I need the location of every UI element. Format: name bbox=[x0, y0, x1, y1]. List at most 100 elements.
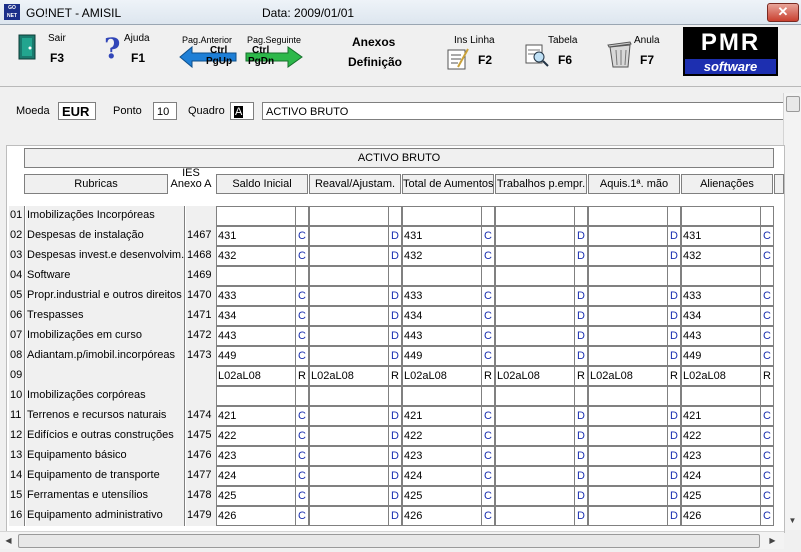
flag-cell[interactable] bbox=[481, 386, 495, 406]
flag-cell[interactable]: D bbox=[574, 286, 588, 306]
flag-cell[interactable]: C bbox=[295, 486, 309, 506]
sair-button[interactable]: Sair F3 bbox=[14, 31, 74, 75]
value-cell[interactable]: 449 bbox=[402, 346, 482, 366]
flag-cell[interactable] bbox=[481, 206, 495, 226]
flag-cell[interactable]: D bbox=[388, 426, 402, 446]
value-cell[interactable] bbox=[681, 206, 761, 226]
value-cell[interactable] bbox=[588, 446, 668, 466]
ajuda-button[interactable]: ? Ajuda F1 bbox=[100, 31, 160, 75]
value-cell[interactable] bbox=[588, 246, 668, 266]
anula-button[interactable]: Anula F7 bbox=[604, 31, 664, 75]
value-cell[interactable]: 443 bbox=[216, 326, 296, 346]
ponto-field[interactable]: 10 bbox=[153, 102, 177, 120]
value-cell[interactable] bbox=[309, 246, 389, 266]
value-cell[interactable]: 421 bbox=[402, 406, 482, 426]
value-cell[interactable] bbox=[588, 486, 668, 506]
value-cell[interactable] bbox=[402, 266, 482, 286]
flag-cell[interactable]: D bbox=[388, 486, 402, 506]
flag-cell[interactable]: R bbox=[760, 366, 774, 386]
value-cell[interactable]: 432 bbox=[216, 246, 296, 266]
value-cell[interactable]: L02aL08 bbox=[402, 366, 482, 386]
flag-cell[interactable]: C bbox=[295, 506, 309, 526]
pag-seguinte-button[interactable]: Pag.Seguinte Ctrl PgDn bbox=[244, 31, 304, 75]
flag-cell[interactable]: C bbox=[481, 446, 495, 466]
value-cell[interactable] bbox=[309, 446, 389, 466]
flag-cell[interactable] bbox=[574, 386, 588, 406]
value-cell[interactable]: 421 bbox=[216, 406, 296, 426]
value-cell[interactable] bbox=[495, 466, 575, 486]
flag-cell[interactable]: D bbox=[388, 506, 402, 526]
flag-cell[interactable]: D bbox=[388, 246, 402, 266]
value-cell[interactable] bbox=[495, 286, 575, 306]
flag-cell[interactable]: C bbox=[295, 426, 309, 446]
flag-cell[interactable]: C bbox=[295, 346, 309, 366]
flag-cell[interactable]: D bbox=[388, 306, 402, 326]
flag-cell[interactable]: C bbox=[295, 466, 309, 486]
flag-cell[interactable]: D bbox=[667, 506, 681, 526]
flag-cell[interactable]: C bbox=[760, 346, 774, 366]
value-cell[interactable]: 422 bbox=[402, 426, 482, 446]
flag-cell[interactable]: C bbox=[760, 486, 774, 506]
value-cell[interactable] bbox=[495, 206, 575, 226]
value-cell[interactable] bbox=[588, 346, 668, 366]
tabela-button[interactable]: Tabela F6 bbox=[524, 31, 584, 75]
value-cell[interactable] bbox=[309, 266, 389, 286]
value-cell[interactable]: 431 bbox=[216, 226, 296, 246]
flag-cell[interactable] bbox=[388, 266, 402, 286]
value-cell[interactable]: 422 bbox=[216, 426, 296, 446]
flag-cell[interactable]: D bbox=[667, 446, 681, 466]
value-cell[interactable] bbox=[588, 506, 668, 526]
flag-cell[interactable]: D bbox=[388, 286, 402, 306]
value-cell[interactable]: 443 bbox=[402, 326, 482, 346]
value-cell[interactable] bbox=[495, 506, 575, 526]
moeda-field[interactable]: EUR bbox=[58, 102, 96, 120]
flag-cell[interactable]: D bbox=[667, 226, 681, 246]
flag-cell[interactable] bbox=[667, 206, 681, 226]
value-cell[interactable] bbox=[588, 386, 668, 406]
flag-cell[interactable]: C bbox=[481, 226, 495, 246]
flag-cell[interactable]: D bbox=[388, 326, 402, 346]
flag-cell[interactable]: D bbox=[574, 346, 588, 366]
value-cell[interactable]: 432 bbox=[402, 246, 482, 266]
value-cell[interactable] bbox=[309, 386, 389, 406]
value-cell[interactable]: L02aL08 bbox=[216, 366, 296, 386]
value-cell[interactable]: 424 bbox=[681, 466, 761, 486]
value-cell[interactable]: 423 bbox=[216, 446, 296, 466]
value-cell[interactable]: 433 bbox=[402, 286, 482, 306]
flag-cell[interactable]: D bbox=[574, 506, 588, 526]
flag-cell[interactable]: D bbox=[574, 326, 588, 346]
value-cell[interactable]: 423 bbox=[402, 446, 482, 466]
value-cell[interactable] bbox=[309, 306, 389, 326]
flag-cell[interactable]: R bbox=[667, 366, 681, 386]
value-cell[interactable] bbox=[495, 266, 575, 286]
flag-cell[interactable]: R bbox=[388, 366, 402, 386]
flag-cell[interactable]: D bbox=[667, 486, 681, 506]
value-cell[interactable] bbox=[588, 466, 668, 486]
flag-cell[interactable] bbox=[295, 386, 309, 406]
value-cell[interactable] bbox=[588, 206, 668, 226]
flag-cell[interactable] bbox=[388, 206, 402, 226]
value-cell[interactable] bbox=[495, 246, 575, 266]
flag-cell[interactable]: D bbox=[388, 466, 402, 486]
flag-cell[interactable]: C bbox=[295, 446, 309, 466]
flag-cell[interactable]: D bbox=[574, 406, 588, 426]
flag-cell[interactable]: C bbox=[760, 306, 774, 326]
value-cell[interactable]: 423 bbox=[681, 446, 761, 466]
flag-cell[interactable]: D bbox=[574, 226, 588, 246]
flag-cell[interactable]: C bbox=[295, 286, 309, 306]
flag-cell[interactable] bbox=[760, 386, 774, 406]
value-cell[interactable]: 433 bbox=[681, 286, 761, 306]
value-cell[interactable] bbox=[495, 386, 575, 406]
value-cell[interactable] bbox=[588, 266, 668, 286]
value-cell[interactable]: L02aL08 bbox=[681, 366, 761, 386]
value-cell[interactable] bbox=[495, 446, 575, 466]
value-cell[interactable]: 426 bbox=[681, 506, 761, 526]
flag-cell[interactable]: C bbox=[481, 426, 495, 446]
flag-cell[interactable]: C bbox=[481, 406, 495, 426]
flag-cell[interactable]: R bbox=[295, 366, 309, 386]
value-cell[interactable]: 425 bbox=[216, 486, 296, 506]
flag-cell[interactable]: D bbox=[667, 286, 681, 306]
value-cell[interactable] bbox=[588, 286, 668, 306]
flag-cell[interactable]: C bbox=[481, 346, 495, 366]
flag-cell[interactable]: D bbox=[667, 466, 681, 486]
